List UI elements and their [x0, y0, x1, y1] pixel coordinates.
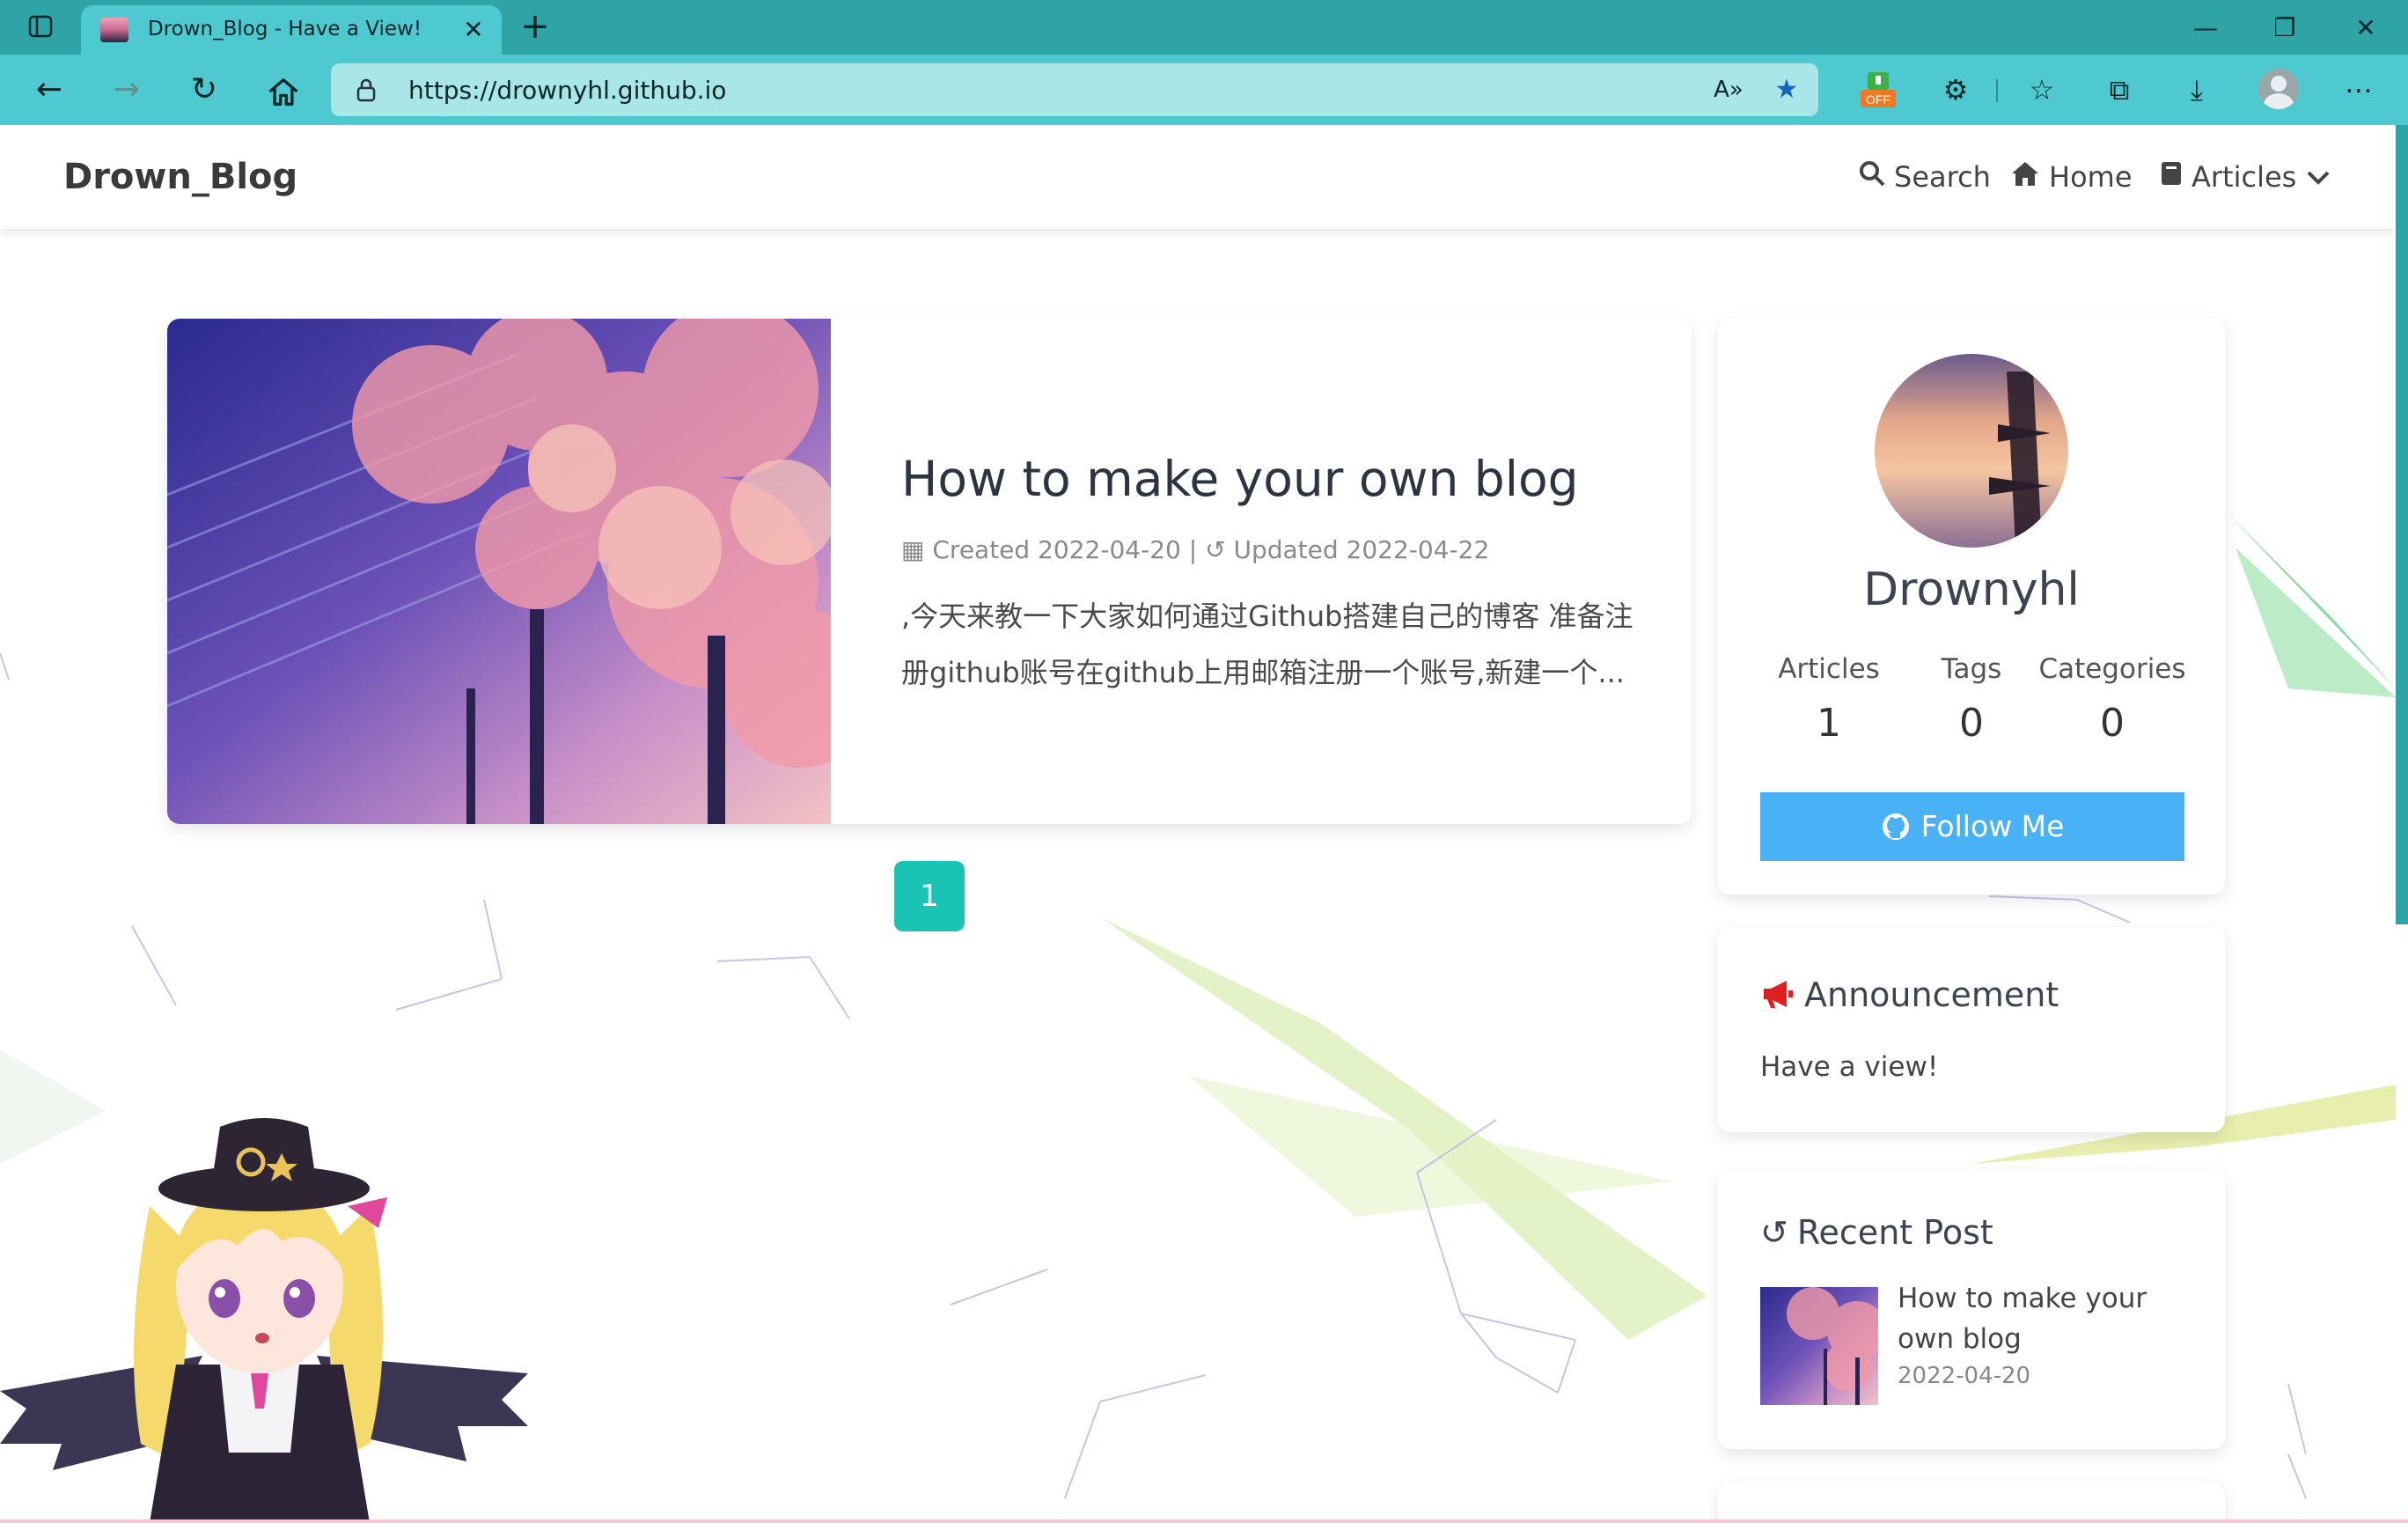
browser-titlebar: Drown_Blog - Have a View! ✕ + — ❐ ✕	[0, 0, 2408, 55]
stat-articles[interactable]: Articles 1	[1750, 653, 1908, 746]
recent-post-title-row: ↺ Recent Post	[1760, 1213, 1993, 1252]
announcement-title-row: Announcement	[1760, 975, 2059, 1014]
site-favicon-icon	[100, 18, 128, 42]
browser-tab[interactable]: Drown_Blog - Have a View! ✕	[81, 5, 502, 55]
follow-me-label: Follow Me	[1920, 809, 2065, 843]
post-created-label: Created	[932, 535, 1031, 564]
menu-home-label: Home	[2049, 160, 2133, 194]
refresh-icon[interactable]: ↻	[185, 70, 224, 109]
mascot-character[interactable]	[0, 1074, 528, 1523]
svg-text:OFF: OFF	[1866, 92, 1890, 107]
extension-off-icon[interactable]: OFF	[1859, 70, 1898, 109]
tab-actions-icon[interactable]	[28, 14, 53, 39]
stat-categories[interactable]: Categories 0	[2033, 653, 2191, 746]
collections-icon[interactable]: ⧉	[2102, 72, 2137, 107]
minimize-icon[interactable]: —	[2190, 12, 2221, 44]
follow-me-button[interactable]: Follow Me	[1760, 792, 2184, 861]
restore-icon[interactable]: ❐	[2269, 12, 2301, 44]
close-window-icon[interactable]: ✕	[2350, 12, 2382, 44]
next-widget-card	[1718, 1483, 2225, 1523]
recent-post-card: ↺ Recent Post How to make your own blog 2…	[1718, 1169, 2225, 1449]
menu-articles[interactable]: Articles	[2160, 160, 2331, 194]
home-icon	[2012, 162, 2038, 186]
download-icon[interactable]: ⤓	[2179, 72, 2214, 107]
post-meta: ▦ Created 2022-04-20 | ↺ Updated 2022-04…	[901, 535, 1489, 564]
author-name: Drownyhl	[1863, 563, 2080, 616]
post-title[interactable]: How to make your own blog	[901, 451, 1579, 507]
back-arrow-icon[interactable]: ←	[30, 70, 69, 109]
menu-search-label: Search	[1894, 160, 1991, 194]
stat-value: 1	[1817, 701, 1841, 746]
post-cover-image[interactable]	[167, 319, 831, 824]
history-icon: ↺	[1760, 1213, 1788, 1252]
url-text[interactable]: https://drownyhl.github.io	[408, 76, 726, 105]
stat-value: 0	[1959, 701, 1984, 746]
stat-label: Categories	[2038, 653, 2186, 685]
more-icon[interactable]: ⋯	[2341, 72, 2376, 107]
meta-separator: |	[1188, 535, 1198, 564]
post-updated-label: Updated	[1233, 535, 1339, 564]
tab-title: Drown_Blog - Have a View!	[148, 18, 422, 40]
announcement-card: Announcement Have a view!	[1718, 928, 2225, 1132]
pagination-current-page[interactable]: 1	[894, 861, 965, 931]
recent-post-link[interactable]: How to make your own blog	[1898, 1278, 2197, 1359]
site-header: Drown_Blog Search Home Articles	[0, 125, 2396, 229]
post-card[interactable]: How to make your own blog ▦ Created 2022…	[167, 319, 1692, 824]
chevron-down-icon	[2307, 171, 2329, 185]
address-bar[interactable]: https://drownyhl.github.io A» ★	[331, 63, 1818, 116]
new-tab-icon[interactable]: +	[518, 9, 553, 46]
post-updated-date: 2022-04-22	[1346, 535, 1490, 564]
forward-arrow-icon[interactable]: →	[107, 70, 146, 109]
bottom-border	[0, 1519, 2408, 1523]
menu-home[interactable]: Home	[2010, 160, 2133, 194]
recent-post-heading: Recent Post	[1796, 1213, 1993, 1252]
site-brand[interactable]: Drown_Blog	[63, 157, 297, 197]
close-tab-icon[interactable]: ✕	[459, 16, 488, 44]
bullhorn-icon	[1764, 981, 1793, 1008]
stat-tags[interactable]: Tags 0	[1892, 653, 2051, 746]
lock-icon[interactable]	[356, 77, 377, 102]
favorites-icon[interactable]: ☆	[2024, 72, 2059, 107]
read-aloud-icon[interactable]: A»	[1713, 74, 1744, 106]
history-icon: ↺	[1205, 535, 1226, 564]
recent-post-date: 2022-04-20	[1898, 1363, 2031, 1389]
post-excerpt: ,今天来教一下大家如何通过Github搭建自己的博客 准备注册github账号在…	[901, 600, 1633, 689]
announcement-text: Have a view!	[1760, 1051, 1939, 1083]
author-avatar[interactable]	[1875, 354, 2068, 548]
profile-avatar-icon[interactable]	[2258, 69, 2299, 109]
menu-search[interactable]: Search	[1859, 160, 1991, 194]
post-created-date: 2022-04-20	[1038, 535, 1181, 564]
stat-label: Tags	[1941, 653, 2002, 685]
book-icon	[2162, 162, 2181, 185]
announcement-title: Announcement	[1804, 975, 2059, 1014]
author-info-card: Drownyhl Articles 1 Tags 0 Categories 0 …	[1718, 319, 2225, 894]
recent-post-thumbnail[interactable]	[1760, 1287, 1878, 1405]
browser-toolbar: ← → ↻ https://drownyhl.github.io A» ★ OF…	[0, 55, 2408, 127]
stat-label: Articles	[1778, 653, 1880, 685]
page-viewport: Drown_Blog Search Home Articles How to m…	[0, 125, 2408, 1523]
toolbar-separator	[1996, 79, 1998, 102]
page-scrollbar[interactable]	[2396, 125, 2408, 924]
puzzle-icon[interactable]: ⚙	[1938, 72, 1973, 107]
stat-value: 0	[2100, 701, 2125, 746]
github-icon	[1882, 813, 1909, 840]
calendar-icon: ▦	[901, 535, 925, 564]
star-icon[interactable]: ★	[1771, 74, 1802, 106]
search-icon	[1860, 161, 1885, 187]
menu-articles-label: Articles	[2191, 160, 2297, 194]
home-icon[interactable]	[264, 72, 303, 111]
